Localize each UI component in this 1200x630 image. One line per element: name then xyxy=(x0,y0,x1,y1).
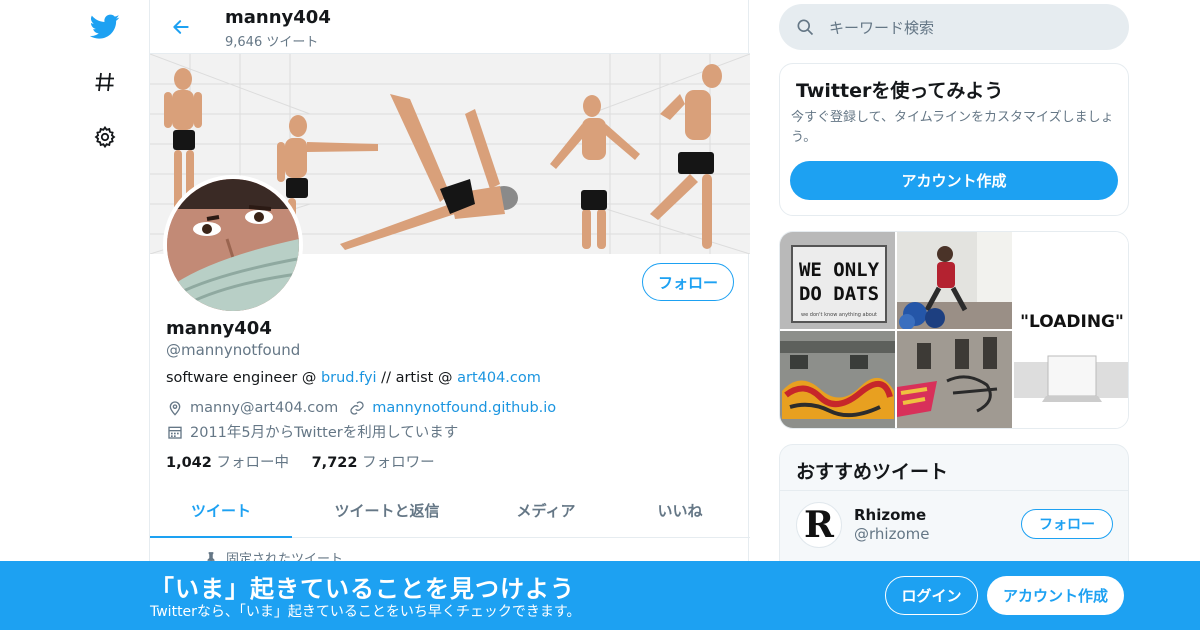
tab-tweets[interactable]: ツイート xyxy=(150,484,292,538)
search-placeholder: キーワード検索 xyxy=(829,18,935,37)
following-link[interactable]: 1,042 フォロー中 xyxy=(166,455,289,471)
media-thumb-5[interactable] xyxy=(897,331,1012,428)
profile-tabs: ツイート ツイートと返信 メディア いいね xyxy=(150,484,750,538)
location-pin-icon xyxy=(166,399,184,417)
profile-handle: @mannynotfound xyxy=(166,341,301,359)
tab-tweets-replies[interactable]: ツイートと返信 xyxy=(292,484,482,537)
signup-card-text: 今すぐ登録して、タイムラインをカスタマイズしましょう。 xyxy=(791,110,1114,145)
profile-meta-row: manny@art404.com mannynotfound.github.io xyxy=(166,399,556,417)
back-arrow-icon[interactable] xyxy=(166,12,196,42)
hashtag-icon[interactable] xyxy=(88,65,122,99)
tab-media[interactable]: メディア xyxy=(482,484,610,537)
calendar-icon xyxy=(166,423,184,441)
bio-link-art404[interactable]: art404.com xyxy=(457,370,541,386)
recommended-account-handle: @rhizome xyxy=(854,525,930,543)
profile-bio: software engineer @ brud.fyi // artist @… xyxy=(166,370,541,386)
rhizome-avatar[interactable]: R xyxy=(796,502,842,548)
signup-banner: 「いま」起きていることを見つけよう Twitterなら、「いま」起きていることを… xyxy=(0,561,1200,630)
link-icon xyxy=(348,399,366,417)
following-label: フォロー中 xyxy=(211,455,289,471)
tab-likes[interactable]: いいね xyxy=(610,484,750,537)
media-thumb-1-small-text: we don't know anything about xyxy=(801,312,877,318)
profile-avatar[interactable] xyxy=(163,175,303,315)
search-input[interactable]: キーワード検索 xyxy=(779,4,1129,50)
signup-card-title: Twitterを使ってみよう xyxy=(796,80,1004,102)
signup-banner-title: 「いま」起きていることを見つけよう xyxy=(150,575,575,603)
header-name: manny404 xyxy=(225,7,331,28)
header-tweet-count: 9,646 ツイート xyxy=(225,35,319,50)
profile-joined-row: 2011年5月からTwitterを利用しています xyxy=(166,421,458,442)
bio-text-middle: // artist @ xyxy=(376,370,458,386)
gear-icon[interactable] xyxy=(88,120,122,154)
profile-location: manny@art404.com xyxy=(190,400,339,416)
bio-link-brud[interactable]: brud.fyi xyxy=(321,370,377,386)
media-thumb-4[interactable] xyxy=(780,331,895,428)
followers-count: 7,722 xyxy=(311,455,358,471)
profile-stats: 1,042 フォロー中 7,722 フォロワー xyxy=(166,451,435,472)
profile-name: manny404 xyxy=(166,318,272,339)
bio-text: software engineer @ xyxy=(166,370,321,386)
media-thumb-1[interactable]: WE ONLY DO DATS we don't know anything ab… xyxy=(780,232,895,329)
create-account-button[interactable]: アカウント作成 xyxy=(790,161,1118,200)
signup-banner-subtitle: Twitterなら、「いま」起きていることをいち早くチェックできます。 xyxy=(150,604,581,620)
twitter-bird-icon[interactable] xyxy=(88,10,122,44)
profile-website-link[interactable]: mannynotfound.github.io xyxy=(372,400,556,416)
followers-label: フォロワー xyxy=(357,455,435,471)
profile-joined: 2011年5月からTwitterを利用しています xyxy=(190,425,459,441)
recommended-follow-button[interactable]: フォロー xyxy=(1021,509,1113,539)
recommended-title: おすすめツイート xyxy=(796,461,949,483)
signup-button[interactable]: アカウント作成 xyxy=(987,576,1124,615)
media-grid: WE ONLY DO DATS we don't know anything ab… xyxy=(779,231,1129,429)
following-count: 1,042 xyxy=(166,455,212,471)
recommended-account-name[interactable]: Rhizome xyxy=(854,506,926,524)
profile-header-bar: manny404 9,646 ツイート xyxy=(150,0,750,54)
media-thumb-2[interactable] xyxy=(897,232,1012,329)
follow-button[interactable]: フォロー xyxy=(642,263,734,301)
media-thumb-3[interactable]: "LOADING" xyxy=(1014,232,1128,428)
media-thumb-3-text: "LOADING" xyxy=(1020,312,1124,332)
signup-card: Twitterを使ってみよう 今すぐ登録して、タイムラインをカスタマイズしましょ… xyxy=(779,63,1129,216)
main-column: manny404 9,646 ツイート フォロー manny404 @manny… xyxy=(149,0,750,630)
search-icon xyxy=(795,17,815,37)
page: manny404 9,646 ツイート フォロー manny404 @manny… xyxy=(0,0,1200,630)
login-button[interactable]: ログイン xyxy=(885,576,978,615)
recommended-divider xyxy=(780,490,1128,491)
media-thumb-1-text: WE ONLY DO DATS xyxy=(798,259,880,305)
followers-link[interactable]: 7,722 フォロワー xyxy=(312,455,435,471)
